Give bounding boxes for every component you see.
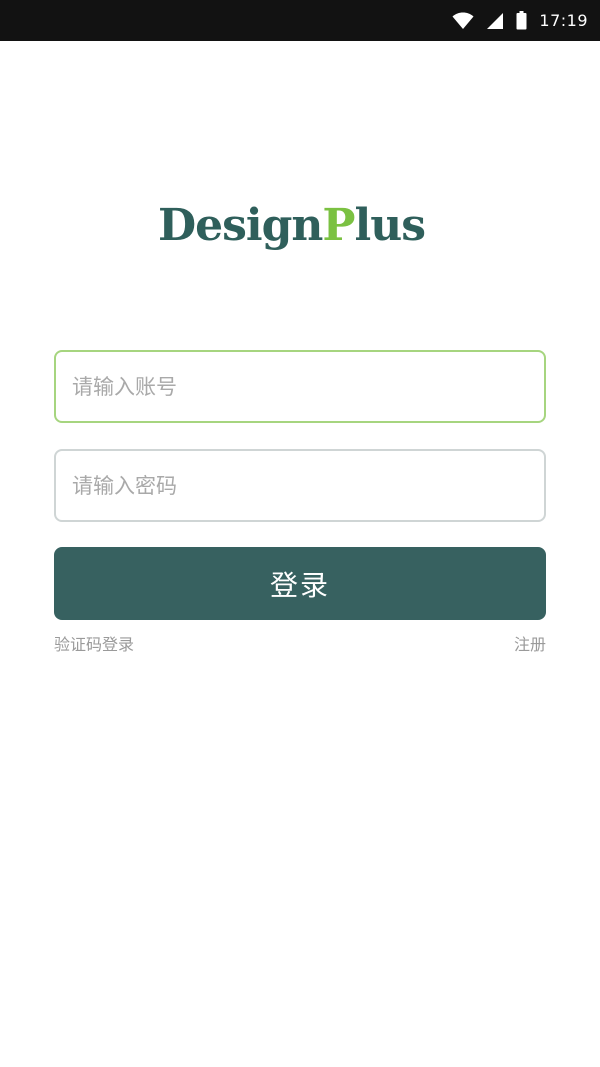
login-button[interactable]: 登录	[54, 547, 546, 620]
designplus-logo: DesignPlus	[158, 196, 438, 256]
sms-code-login-link[interactable]: 验证码登录	[54, 634, 134, 656]
cellular-signal-icon	[486, 12, 504, 30]
account-input[interactable]	[56, 352, 544, 421]
battery-icon	[516, 11, 527, 30]
register-link[interactable]: 注册	[514, 634, 546, 656]
status-bar: 17:19	[0, 0, 600, 41]
password-input[interactable]	[56, 451, 544, 520]
account-field[interactable]	[54, 350, 546, 423]
wifi-icon	[452, 12, 474, 30]
logo-wordmark: DesignPlus	[158, 200, 426, 251]
login-screen: 17:19 DesignPlus 登录 验证码登录 注册	[0, 0, 600, 1067]
status-time: 17:19	[539, 11, 588, 30]
password-field[interactable]	[54, 449, 546, 522]
